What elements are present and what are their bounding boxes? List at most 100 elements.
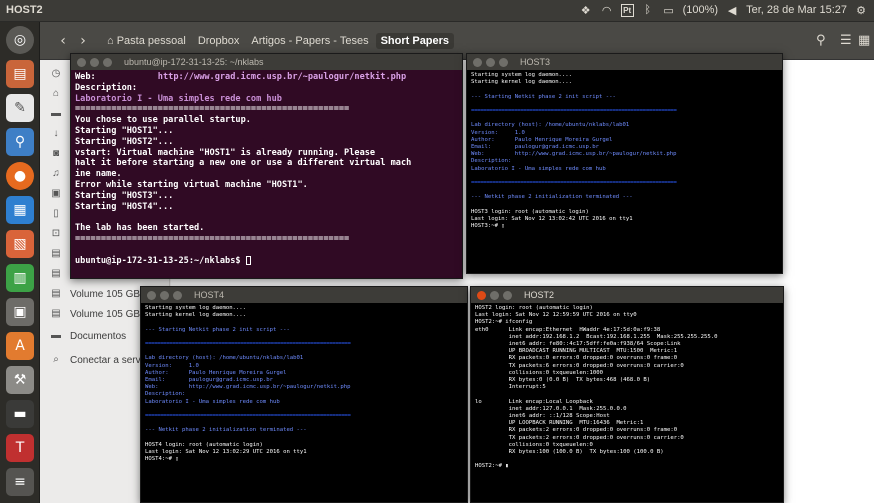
volume-icon[interactable]: ◀ [725, 3, 739, 17]
music-icon: ♫ [52, 168, 60, 179]
web-label: Web: [75, 72, 96, 82]
sidebar-item-drive-b[interactable]: ▤ [50, 264, 62, 284]
terminal-main-window[interactable]: ubuntu@ip-172-31-13-25: ~/nklabs Web: ht… [70, 53, 463, 279]
minimize-icon[interactable] [486, 57, 495, 67]
system-tray: ❖ ◠ Pt ᛒ ▭ (100%) ◀ Ter, 28 de Mar 15:27… [579, 3, 868, 17]
minimize-icon[interactable] [490, 290, 499, 300]
maximize-icon[interactable] [173, 290, 182, 300]
sidebar-item-volume-1[interactable]: ▤ Volume 105 GB [50, 284, 140, 304]
impress-icon[interactable]: ▧ [6, 230, 34, 258]
fonts-icon[interactable]: T [6, 434, 34, 462]
terminal-line: UP LOOPBACK RUNNING MTU:16436 Metric:1 [475, 420, 644, 427]
system-monitor-icon[interactable]: ▣ [6, 298, 34, 326]
sidebar-item-music[interactable]: ♫ [50, 164, 62, 184]
maximize-icon[interactable] [103, 57, 112, 67]
dropbox-icon[interactable]: ❖ [579, 3, 593, 17]
terminal-output[interactable]: Web: http://www.grad.icmc.usp.br/~paulog… [71, 70, 462, 278]
sidebar-item-drive-a[interactable]: ▤ [50, 244, 62, 264]
active-window-title: HOST2 [6, 4, 43, 16]
terminal-prompt: ubuntu@ip-172-31-13-25:~/nklabs$ [75, 255, 246, 266]
sidebar-item-home[interactable]: ⌂ [50, 84, 62, 104]
writer-icon[interactable]: ▦ [6, 196, 34, 224]
dash-icon[interactable]: ◎ [6, 26, 34, 54]
sidebar-item-documents-bm[interactable]: ▯ [50, 204, 62, 224]
terminal-line: inet addr:127.0.0.1 Mask:255.0.0.0 [475, 405, 627, 412]
sidebar-item-recent[interactable]: ◷ [50, 64, 62, 84]
folder-icon: ▬ [51, 108, 61, 119]
terminal-line: inet addr:192.168.1.2 Bcast:192.168.1.25… [475, 333, 718, 340]
back-button[interactable]: ‹ [54, 32, 72, 50]
terminal-line: --- Starting Netkit phase 2 init script … [145, 326, 290, 333]
terminal-titlebar[interactable]: HOST2 [471, 287, 783, 303]
firefox-icon[interactable]: ● [6, 162, 34, 190]
drive-icon: ▤ [51, 308, 61, 319]
sidebar-item-downloads[interactable]: ↓ [50, 124, 62, 144]
maximize-icon[interactable] [499, 57, 508, 67]
grid-view-icon[interactable]: ▦ [858, 33, 870, 48]
clock[interactable]: Ter, 28 de Mar 15:27 [746, 4, 847, 16]
files-icon[interactable]: ▤ [6, 60, 34, 88]
terminal-output[interactable]: Starting system log daemon.... Starting k… [467, 70, 782, 273]
terminal-line: vstart: Virtual machine "HOST1" is alrea… [75, 147, 376, 158]
software-icon[interactable]: ⚲ [6, 128, 34, 156]
calc-icon[interactable]: ▥ [6, 264, 34, 292]
terminal-output[interactable]: HOST2 login: root (automatic login) Last … [471, 303, 783, 502]
terminal-line: Version: 1.0 [471, 129, 525, 136]
documents-label: Documentos [70, 330, 127, 342]
forward-button[interactable]: › [74, 32, 92, 50]
battery-icon[interactable]: ▭ [662, 3, 676, 17]
breadcrumb-dropbox[interactable]: Dropbox [193, 33, 245, 49]
terminal-host2-window[interactable]: HOST2 HOST2 login: root (automatic login… [470, 286, 784, 503]
terminal-line: --- Starting Netkit phase 2 init script … [471, 93, 616, 100]
maximize-icon[interactable] [503, 290, 512, 300]
close-icon[interactable] [147, 290, 156, 300]
terminal-line: ========================================… [145, 341, 351, 348]
search-icon[interactable]: ⚲ [816, 33, 826, 48]
breadcrumb-label: Pasta pessoal [116, 35, 186, 47]
terminal-line: TX packets:2 errors:0 dropped:0 overruns… [475, 434, 684, 441]
terminal-line: Last login: Sat Nov 12 12:59:59 UTC 2016… [475, 312, 637, 319]
breadcrumb-artigos[interactable]: Artigos - Papers - Teses [246, 33, 373, 49]
sidebar-item-videos[interactable]: ▣ [50, 184, 62, 204]
terminal-host4-window[interactable]: HOST4 Starting system log daemon.... Star… [140, 286, 468, 503]
keyboard-layout-indicator[interactable]: Pt [620, 3, 634, 17]
sidebar-item-network[interactable]: ⊡ [50, 224, 62, 244]
ubuntu-software-icon[interactable]: A [6, 332, 34, 360]
bluetooth-icon[interactable]: ᛒ [641, 3, 655, 17]
terminal-line: Email: paulogur@grad.icmc.usp.br [471, 144, 599, 151]
terminal-titlebar[interactable]: HOST4 [141, 287, 467, 303]
breadcrumb-short-papers[interactable]: Short Papers [375, 33, 455, 49]
terminal-titlebar[interactable]: HOST3 [467, 54, 782, 70]
minimize-icon[interactable] [160, 290, 169, 300]
terminal-line: HOST2:~# ifconfig [475, 319, 533, 326]
close-icon[interactable] [473, 57, 482, 67]
close-icon[interactable] [477, 290, 486, 300]
sidebar-item-pictures[interactable]: ◙ [50, 144, 62, 164]
terminal-line: HOST3 login: root (automatic login) [471, 208, 589, 215]
terminal-prompt-line[interactable]: ubuntu@ip-172-31-13-25:~/nklabs$ [75, 255, 458, 267]
settings-icon[interactable]: ⚒ [6, 366, 34, 394]
sidebar-item-desktop[interactable]: ▬ [50, 104, 62, 124]
terminal-titlebar[interactable]: ubuntu@ip-172-31-13-25: ~/nklabs [71, 54, 462, 70]
terminal-host3-window[interactable]: HOST3 Starting system log daemon.... Star… [466, 53, 783, 274]
minimize-icon[interactable] [90, 57, 99, 67]
launcher: ◎ ▤ ✎ ⚲ ● ▦ ▧ ▥ ▣ A ⚒ ▬ T ≡ [0, 22, 40, 503]
text-editor-icon[interactable]: ✎ [6, 94, 34, 122]
sidebar-item-documentos[interactable]: ▬ Documentos [50, 326, 126, 346]
sidebar-item-volume-2[interactable]: ▤ Volume 105 GB [50, 304, 140, 324]
terminal-icon[interactable]: ▬ [6, 400, 34, 428]
terminal-output[interactable]: Starting system log daemon.... Starting k… [141, 303, 467, 502]
list-view-icon[interactable]: ☰ [840, 33, 852, 48]
breadcrumb-home[interactable]: ⌂ Pasta pessoal [102, 33, 191, 49]
drive-icon: ▤ [51, 248, 61, 259]
close-icon[interactable] [77, 57, 86, 67]
wifi-icon[interactable]: ◠ [600, 3, 614, 17]
battery-percentage[interactable]: (100%) [683, 4, 718, 16]
workspaces-icon[interactable]: ≡ [6, 468, 34, 496]
gear-icon[interactable]: ⚙ [854, 3, 868, 17]
camera-icon: ◙ [52, 148, 60, 159]
